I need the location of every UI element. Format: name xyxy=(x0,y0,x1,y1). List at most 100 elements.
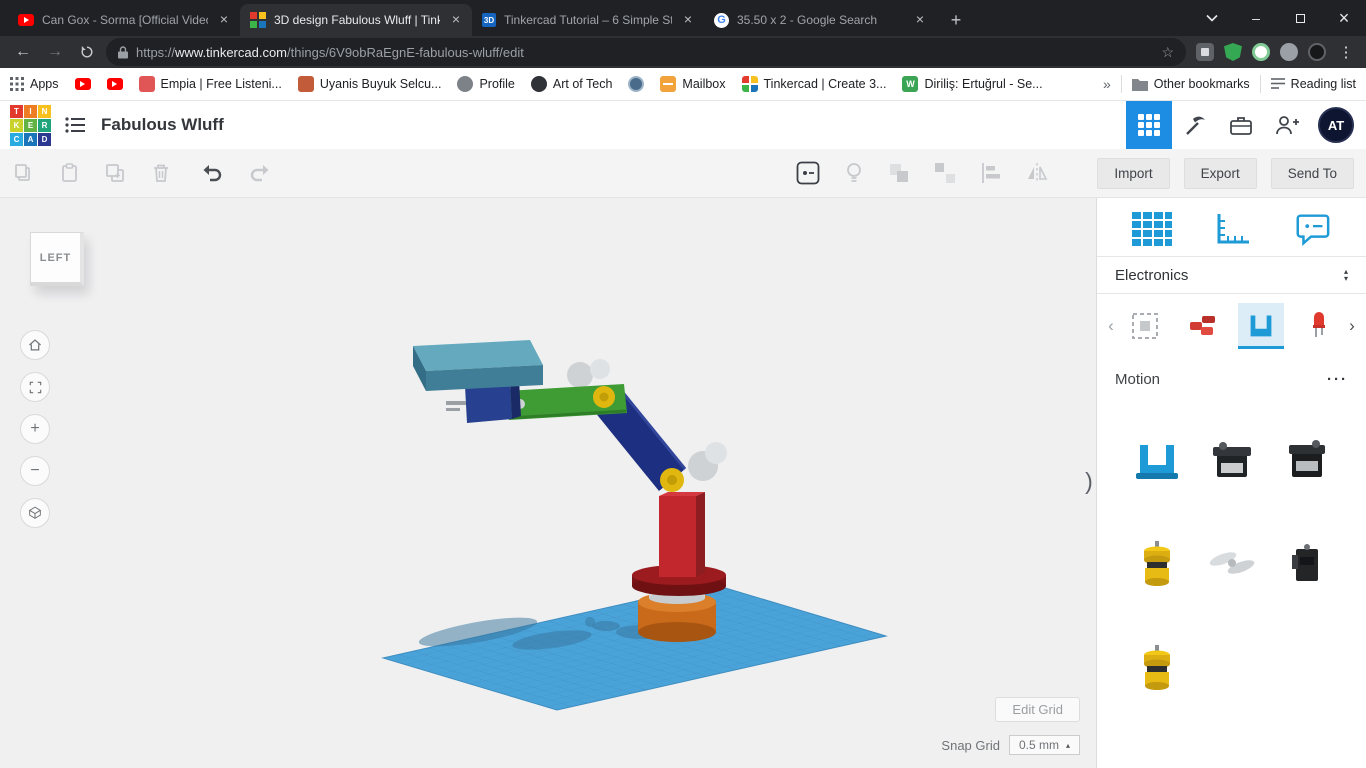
projects-button[interactable] xyxy=(1218,101,1264,149)
ruler-tool-button[interactable] xyxy=(1211,210,1253,248)
bookmark-youtube-1[interactable] xyxy=(75,78,91,90)
new-tab-button[interactable]: + xyxy=(942,6,970,34)
lightbulb-button[interactable] xyxy=(843,161,865,185)
browser-menu-icon[interactable]: ⋮ xyxy=(1336,43,1356,61)
logo-tile: C xyxy=(10,133,23,146)
import-button[interactable]: Import xyxy=(1097,158,1169,189)
tab-tutorial[interactable]: 3D Tinkercad Tutorial – 6 Simple Ste × xyxy=(472,4,704,36)
category-item-connectors[interactable] xyxy=(1180,303,1226,349)
component-gearmotor-2[interactable] xyxy=(1129,640,1185,696)
copy-button[interactable] xyxy=(12,162,34,184)
minimize-button[interactable]: – xyxy=(1234,0,1278,36)
blocks-view-button[interactable] xyxy=(1126,101,1172,149)
apps-shortcut[interactable]: Apps xyxy=(10,77,59,91)
forward-button[interactable]: → xyxy=(42,39,68,65)
yellow-gearmotor-icon xyxy=(1130,537,1184,591)
category-select[interactable]: Electronics ▴ ▾ xyxy=(1097,256,1366,294)
perspective-toggle-button[interactable] xyxy=(20,498,50,528)
tab-youtube[interactable]: Can Gox - Sorma [Official Video] × xyxy=(8,4,240,36)
grammar-extension-icon[interactable] xyxy=(1252,43,1270,61)
shield-extension-icon[interactable] xyxy=(1224,43,1242,61)
other-bookmarks-button[interactable]: Other bookmarks xyxy=(1132,77,1250,91)
fit-view-button[interactable] xyxy=(20,372,50,402)
group-button[interactable] xyxy=(887,161,911,185)
category-item-select[interactable] xyxy=(1122,303,1168,349)
reload-button[interactable] xyxy=(74,39,100,65)
bookmark-star-icon[interactable]: ☆ xyxy=(1161,44,1174,61)
url-field[interactable]: https://www.tinkercad.com/things/6V9obRa… xyxy=(106,38,1186,66)
bookmark-tinkercad[interactable]: Tinkercad | Create 3... xyxy=(742,76,887,92)
duplicate-button[interactable] xyxy=(104,162,126,184)
ungroup-button[interactable] xyxy=(933,161,957,185)
scroll-right-button[interactable]: › xyxy=(1344,316,1360,336)
divider xyxy=(1260,75,1261,93)
tab-close-button[interactable]: × xyxy=(912,12,928,28)
component-servo-1[interactable] xyxy=(1204,432,1260,488)
design-title[interactable]: Fabulous Wluff xyxy=(101,115,224,135)
notes-tool-button[interactable] xyxy=(1291,210,1333,248)
component-servo-mount[interactable] xyxy=(1129,432,1185,488)
logo-tile: E xyxy=(24,119,37,132)
bookmark-empia[interactable]: Empia | Free Listeni... xyxy=(139,76,282,92)
window-close-button[interactable]: × xyxy=(1322,0,1366,36)
delete-button[interactable] xyxy=(150,162,172,184)
bookmark-youtube-2[interactable] xyxy=(107,78,123,90)
home-view-button[interactable] xyxy=(20,330,50,360)
bookmark-profile[interactable]: Profile xyxy=(457,76,514,92)
bookmarks-overflow-button[interactable]: » xyxy=(1103,76,1111,92)
undo-button[interactable] xyxy=(200,162,224,184)
bookmarks-bar-right: » Other bookmarks Reading list xyxy=(1103,75,1356,93)
bookmark-uyanis[interactable]: Uyanis Buyuk Selcu... xyxy=(298,76,442,92)
reading-list-button[interactable]: Reading list xyxy=(1271,77,1356,91)
component-propeller[interactable] xyxy=(1204,536,1260,592)
send-to-button[interactable]: Send To xyxy=(1271,158,1354,189)
section-menu-button[interactable]: ··· xyxy=(1327,371,1348,388)
tab-close-button[interactable]: × xyxy=(448,12,464,28)
panel-collapse-handle[interactable]: ) xyxy=(1081,464,1097,498)
category-item-led[interactable] xyxy=(1296,303,1342,349)
bookmark-label: Mailbox xyxy=(682,77,725,91)
user-avatar[interactable]: AT xyxy=(1318,107,1354,143)
minecraft-mode-button[interactable] xyxy=(1172,101,1218,149)
maximize-button[interactable] xyxy=(1278,0,1322,36)
logo-tile: N xyxy=(38,105,51,118)
bookmark-art-of-tech[interactable]: Art of Tech xyxy=(531,76,613,92)
scroll-left-button[interactable]: ‹ xyxy=(1103,316,1119,336)
tab-tinkercad-design[interactable]: 3D design Fabulous Wluff | Tinke × xyxy=(240,4,472,36)
paste-button[interactable] xyxy=(58,162,80,184)
zoom-out-button[interactable]: − xyxy=(20,456,50,486)
export-button[interactable]: Export xyxy=(1184,158,1257,189)
mirror-button[interactable] xyxy=(1025,161,1049,185)
tinkercad-logo[interactable]: T I N K E R C A D xyxy=(10,105,51,146)
translate-extension-icon[interactable] xyxy=(1196,43,1214,61)
zoom-in-button[interactable]: + xyxy=(20,414,50,444)
snap-grid-select[interactable]: 0.5 mm ▴ xyxy=(1009,735,1080,755)
redo-button[interactable] xyxy=(248,162,272,184)
site-icon xyxy=(457,76,473,92)
category-items xyxy=(1122,303,1342,349)
profile-avatar-icon[interactable] xyxy=(1308,43,1326,61)
component-gearmotor-1[interactable] xyxy=(1129,536,1185,592)
design-list-button[interactable] xyxy=(65,115,87,135)
component-gearbox-motor[interactable] xyxy=(1279,536,1335,592)
red-column xyxy=(659,492,705,577)
notes-toggle-button[interactable] xyxy=(795,160,821,186)
invite-button[interactable] xyxy=(1264,101,1310,149)
category-item-motion[interactable] xyxy=(1238,303,1284,349)
component-servo-2[interactable] xyxy=(1279,432,1335,488)
tab-close-button[interactable]: × xyxy=(216,12,232,28)
logo-tile: T xyxy=(10,105,23,118)
edit-grid-button[interactable]: Edit Grid xyxy=(995,697,1080,722)
extension-icon[interactable] xyxy=(1280,43,1298,61)
bookmark-mailbox[interactable]: Mailbox xyxy=(660,76,725,92)
bookmark-dirilis[interactable]: WDiriliş: Ertuğrul - Se... xyxy=(902,76,1042,92)
tab-close-button[interactable]: × xyxy=(680,12,696,28)
view-cube[interactable]: LEFT xyxy=(30,232,84,286)
workplane-tool-button[interactable] xyxy=(1130,210,1174,248)
3d-viewport[interactable]: LEFT + − Edit Grid Snap Grid 0.5 mm ▴ xyxy=(0,198,1096,768)
back-button[interactable]: ← xyxy=(10,39,36,65)
tab-google-search[interactable]: G 35.50 x 2 - Google Search × xyxy=(704,4,936,36)
bookmark-globe[interactable] xyxy=(628,76,644,92)
tab-search-chevron-icon[interactable] xyxy=(1190,0,1234,36)
align-button[interactable] xyxy=(979,161,1003,185)
